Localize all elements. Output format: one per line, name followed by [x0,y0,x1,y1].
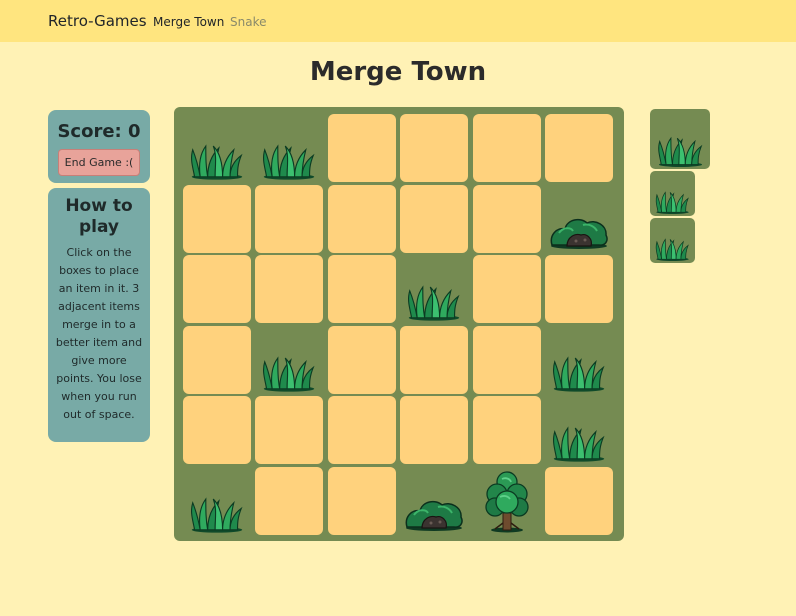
grass-icon [190,144,243,180]
board-cell[interactable] [182,325,251,394]
grass-icon [655,191,689,214]
board-cell[interactable] [182,255,251,323]
grass-icon [263,355,315,392]
grass-icon [553,426,605,462]
board-cell[interactable] [327,325,396,394]
score-panel: Score: 0 End Game :( [48,110,150,183]
board-cell[interactable] [183,114,251,182]
board-cell[interactable] [327,184,396,253]
brand-link[interactable]: Retro-Games [48,12,147,30]
board-cell[interactable] [400,114,468,182]
board-cell[interactable] [545,255,613,323]
board-cell[interactable] [255,466,323,535]
nav-merge-town[interactable]: Merge Town [153,15,224,29]
grass-icon [553,355,605,392]
nav-snake[interactable]: Snake [230,15,266,29]
board-cell[interactable] [472,184,541,253]
grass-icon [658,136,703,167]
board-cell[interactable] [545,114,613,182]
board-cell[interactable] [255,396,323,464]
board-cell[interactable] [400,467,468,535]
board-cell[interactable] [400,396,468,464]
how-to-play-title: How to play [65,196,133,237]
board-cell[interactable] [327,466,396,535]
end-game-button[interactable]: End Game :( [58,149,140,176]
board-cell[interactable] [255,184,323,253]
board-cell[interactable] [327,255,396,323]
queued-item [650,218,695,263]
grass-icon [408,285,460,321]
board-cell[interactable] [472,255,541,323]
bush-icon [405,500,463,531]
page-title: Merge Town [309,57,487,87]
board-cell[interactable] [255,255,323,323]
tree-icon [484,470,529,532]
board-cell[interactable] [545,326,613,394]
grass-icon [190,496,243,533]
board-cell[interactable] [327,396,396,464]
board-cell[interactable] [473,467,541,535]
game-board [174,107,624,541]
board-cell[interactable] [545,185,613,253]
queued-item [650,171,695,216]
board-cell[interactable] [400,184,468,253]
board-cell[interactable] [400,255,468,323]
board-cell[interactable] [182,184,251,253]
board-cell[interactable] [545,466,613,535]
board-cell[interactable] [472,396,541,464]
score-label: Score: 0 [57,121,141,142]
how-to-play-panel: How to play Click on the boxes to place … [48,188,150,442]
board-cell[interactable] [182,396,251,464]
board-cell[interactable] [545,396,613,464]
board-cell[interactable] [255,114,323,182]
bush-icon [550,218,608,249]
grass-icon [263,144,315,180]
board-cell[interactable] [400,325,468,394]
next-item [650,109,710,169]
board-cell[interactable] [472,325,541,394]
grass-icon [655,238,689,261]
how-to-play-text: Click on the boxes to place an item in i… [55,246,143,421]
board-cell[interactable] [472,114,541,182]
board-cell[interactable] [327,114,396,182]
board-cell[interactable] [255,326,323,394]
navbar: Retro-Games Merge Town Snake [0,0,796,42]
board-cell[interactable] [183,467,251,535]
